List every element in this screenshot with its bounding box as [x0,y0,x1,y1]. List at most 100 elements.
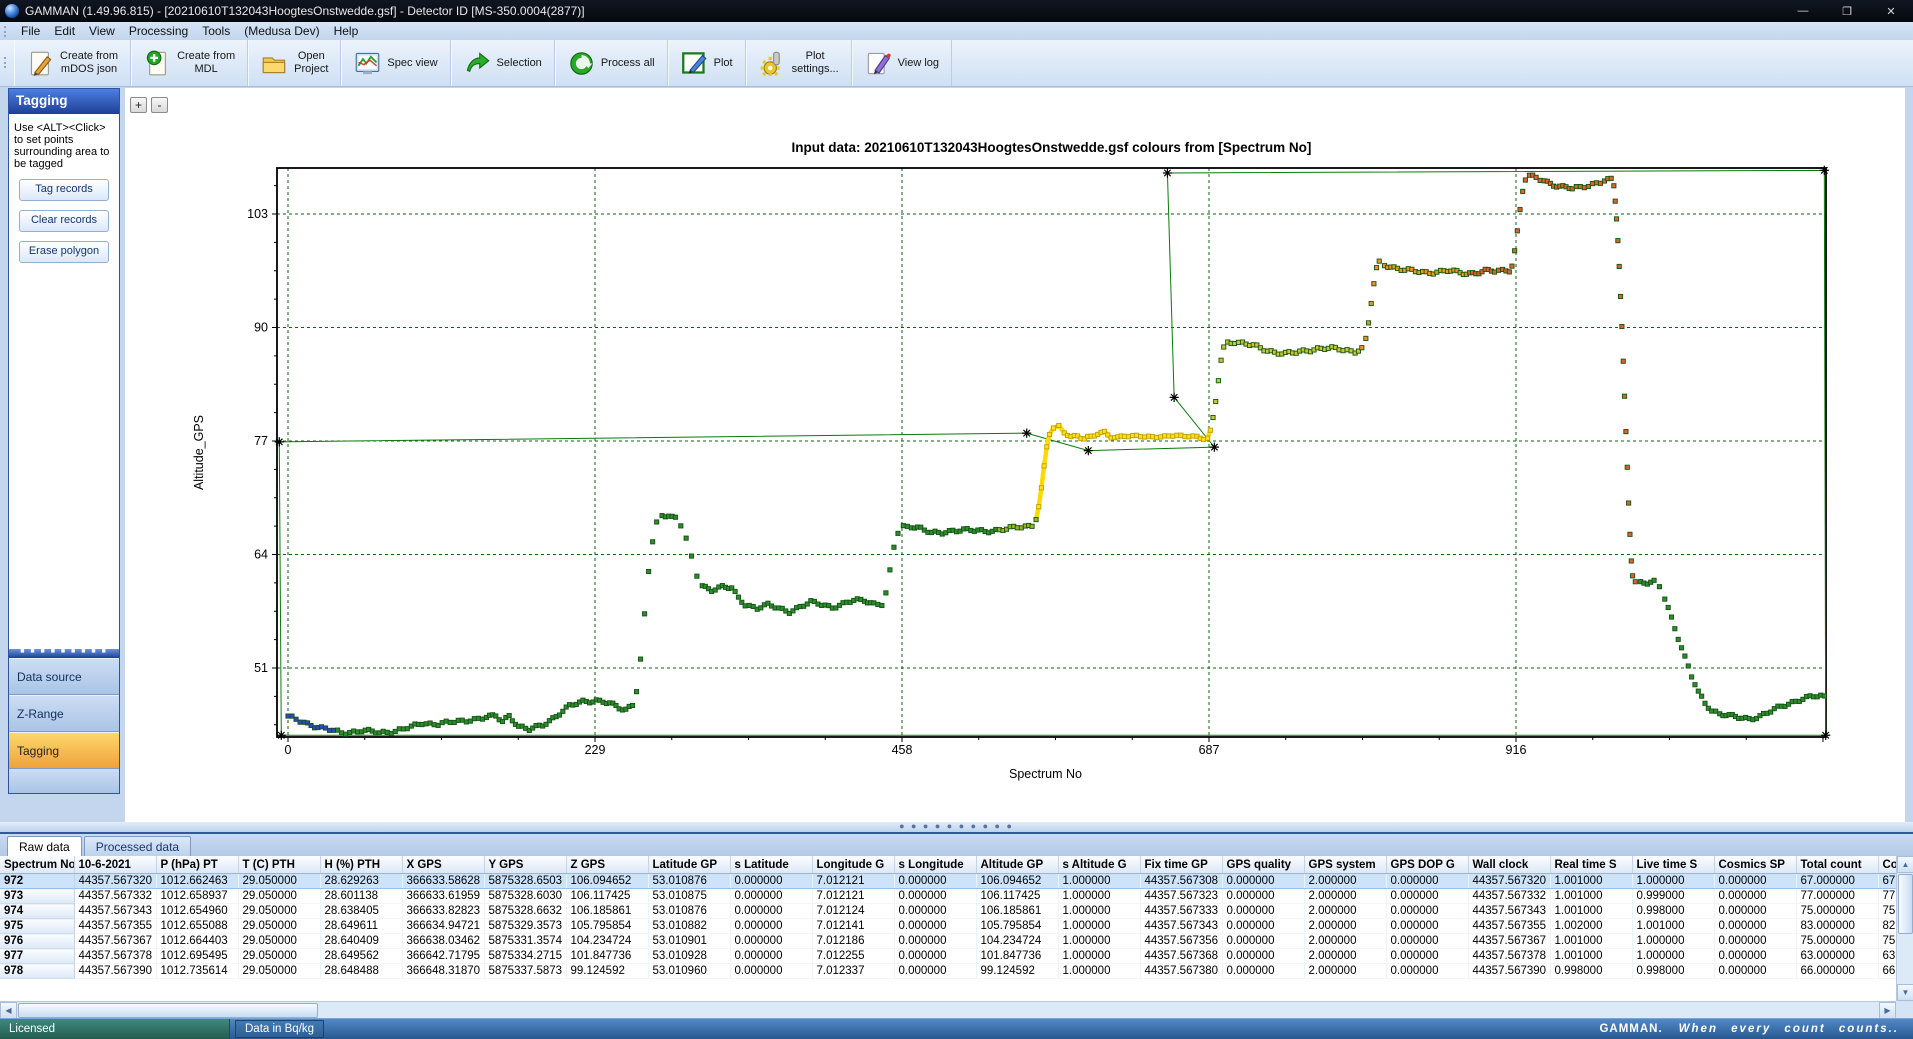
toolbar-spec-view-button[interactable]: Spec view [341,40,450,86]
data-point [1625,465,1629,469]
menu-help[interactable]: Help [327,24,366,38]
sidebar-item-data-source[interactable]: Data source [9,658,119,695]
column-header[interactable]: GPS quality [1222,856,1304,874]
zoom-out-button[interactable]: - [151,97,168,113]
table-row[interactable]: 97244357.5673201012.66246329.05000028.62… [0,874,1913,889]
toolbar-open-project-button[interactable]: Open Project [248,40,341,86]
table-cell: 0.000000 [1222,904,1304,919]
table-row[interactable]: 97344357.5673321012.65893729.05000028.60… [0,889,1913,904]
maximize-button[interactable]: ❐ [1825,0,1869,22]
column-header[interactable]: Live time S [1632,856,1714,874]
row-header[interactable]: 977 [0,949,74,964]
column-header[interactable]: T (C) PTH [238,856,320,874]
table-cell: 1.000000 [1058,964,1140,979]
data-point [884,591,888,595]
table-row[interactable]: 97744357.5673781012.69549529.05000028.64… [0,949,1913,964]
column-header[interactable]: Latitude GP [648,856,730,874]
table-row[interactable]: 97844357.5673901012.73561429.05000028.64… [0,964,1913,979]
column-header[interactable]: Spectrum No [0,856,74,874]
brand-label: GAMMAN. [1599,1023,1662,1035]
row-header[interactable]: 974 [0,904,74,919]
toolbar-process-all-button[interactable]: Process all [555,40,668,86]
toolbar-button-label: Plot settings... [792,50,839,76]
sidebar-splitter[interactable]: ■ ■ ■ ■ ■ ■ ■ ■ ■ [9,649,119,658]
toolbar-plot-settings-button[interactable]: Plot settings... [746,40,852,86]
column-header[interactable]: Z GPS [566,856,648,874]
column-header[interactable]: Longitude G [812,856,894,874]
column-header[interactable]: Total count [1796,856,1878,874]
erase-polygon-button[interactable]: Erase polygon [19,241,109,263]
zoom-in-button[interactable]: + [130,97,147,113]
table-cell: 366633.58628 [402,874,484,889]
sidebar-item-tagging[interactable]: Tagging [9,732,119,769]
column-header[interactable]: GPS DOP G [1386,856,1468,874]
row-header[interactable]: 972 [0,874,74,889]
menu-file[interactable]: File [14,24,47,38]
row-header[interactable]: 976 [0,934,74,949]
column-header[interactable]: Y GPS [484,856,566,874]
vertical-scroll-thumb[interactable] [1898,874,1913,934]
menu-processing[interactable]: Processing [122,24,195,38]
column-header[interactable]: P (hPa) PT [156,856,238,874]
tab-raw-data[interactable]: Raw data [7,836,82,856]
menu-edit[interactable]: Edit [47,24,82,38]
data-point [1202,437,1206,441]
data-point [327,728,331,732]
scroll-up-icon[interactable]: ▲ [1897,856,1913,873]
scroll-down-icon[interactable]: ▼ [1897,984,1913,1001]
table-cell: 366638.03462 [402,934,484,949]
toolbar-view-log-button[interactable]: View log [852,40,952,86]
altitude-chart[interactable]: 022945868791651647790103Input data: 2021… [125,88,1905,822]
table-cell: 7.012121 [812,889,894,904]
table-cell: 366633.82823 [402,904,484,919]
column-header[interactable]: Fix time GP [1140,856,1222,874]
tab-processed-data[interactable]: Processed data [84,836,191,856]
table-row[interactable]: 97444357.5673431012.65496029.05000028.63… [0,904,1913,919]
table-row[interactable]: 97544357.5673551012.65508829.05000028.64… [0,919,1913,934]
data-point [1151,435,1155,439]
column-header[interactable]: 10-6-2021 [74,856,156,874]
column-header[interactable]: s Longitude [894,856,976,874]
column-header[interactable]: Wall clock [1468,856,1550,874]
toolbar-create-from-mdos-json-button[interactable]: Create from mDOS json [14,40,131,86]
table-cell: 53.010928 [648,949,730,964]
column-header[interactable]: X GPS [402,856,484,874]
column-header[interactable]: H (%) PTH [320,856,402,874]
scroll-left-icon[interactable]: ◀ [0,1002,17,1019]
column-header[interactable]: Altitude GP [976,856,1058,874]
data-point [684,536,688,540]
table-row[interactable]: 97644357.5673671012.66440329.05000028.64… [0,934,1913,949]
table-vertical-scrollbar[interactable]: ▲ ▼ [1896,856,1913,1001]
menu-medusa-dev[interactable]: (Medusa Dev) [237,24,326,38]
chart-table-splitter[interactable]: ● ● ● ● ● ● ● ● ● ● [0,822,1913,832]
table-cell: 28.629263 [320,874,402,889]
menu-tools[interactable]: Tools [195,24,237,38]
column-header[interactable]: s Latitude [730,856,812,874]
toolbar-create-from-mdl-button[interactable]: Create from MDL [131,40,248,86]
table-cell: 29.050000 [238,934,320,949]
row-header[interactable]: 978 [0,964,74,979]
table-horizontal-scrollbar[interactable]: ◀ ▶ [0,1001,1896,1018]
scroll-right-icon[interactable]: ▶ [1879,1002,1896,1019]
close-button[interactable]: ✕ [1869,0,1913,22]
column-header[interactable]: s Altitude G [1058,856,1140,874]
row-header[interactable]: 975 [0,919,74,934]
column-header[interactable]: Real time S [1550,856,1632,874]
tag-records-button[interactable]: Tag records [19,179,109,201]
data-point [1521,189,1525,193]
toolbar-selection-button[interactable]: Selection [451,40,555,86]
column-header[interactable]: GPS system [1304,856,1386,874]
raw-data-table[interactable]: Spectrum No10-6-2021P (hPa) PTT (C) PTHH… [0,856,1913,979]
table-cell: 44357.567320 [74,874,156,889]
sidebar-item-z-range[interactable]: Z-Range [9,695,119,732]
data-point [1179,433,1183,437]
menu-view[interactable]: View [82,24,122,38]
horizontal-scroll-thumb[interactable] [18,1003,318,1018]
column-header[interactable]: Cosmics SP [1714,856,1796,874]
toolbar-plot-button[interactable]: Plot [668,40,746,86]
app-icon [5,4,19,18]
row-header[interactable]: 973 [0,889,74,904]
clear-records-button[interactable]: Clear records [19,210,109,232]
data-point [1167,434,1171,438]
minimize-button[interactable]: — [1781,0,1825,22]
